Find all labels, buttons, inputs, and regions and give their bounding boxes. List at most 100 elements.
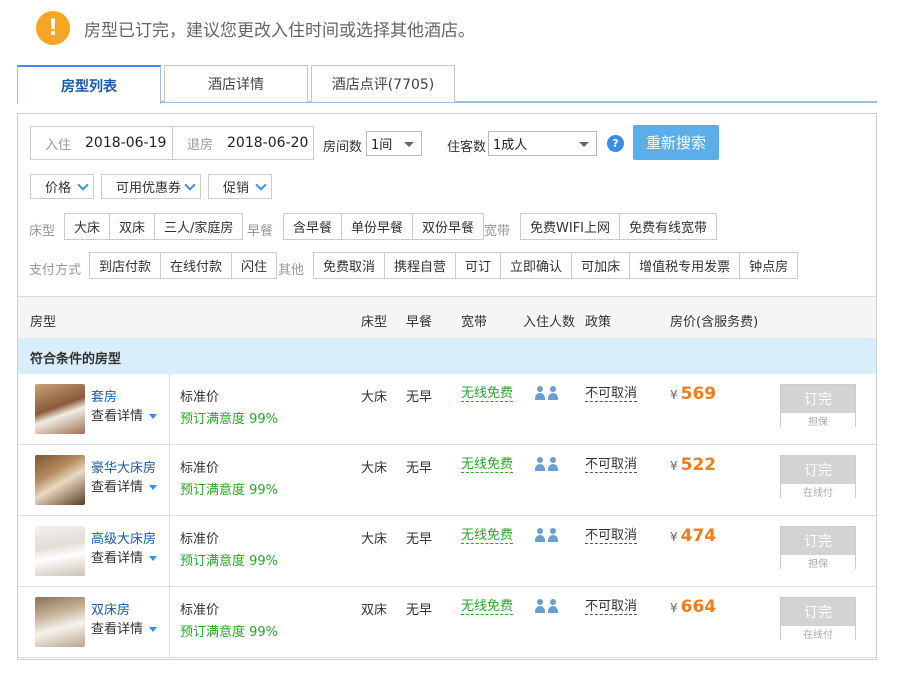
room-name[interactable]: 套房 [91,386,117,405]
filter-bed-king[interactable]: 大床 [65,214,109,239]
satisfaction: 预订满意度 99% [180,412,279,427]
header-price: 房价(含服务费) [670,315,759,330]
filter-with-breakfast[interactable]: 含早餐 [284,214,341,239]
sold-out-button[interactable]: 订完 在线付 [780,455,856,499]
wifi-info[interactable]: 无线免费 [461,386,514,402]
room-thumbnail[interactable] [35,384,85,434]
sold-out-button[interactable]: 订完 在线付 [780,597,856,641]
net-filter-label: 宽带 [484,224,511,239]
sold-out-button[interactable]: 订完 担保 [780,384,856,428]
rate-type: 标准价 [180,603,220,618]
other-filter-group: 免费取消 携程自营 可订 立即确认 可加床 增值税专用发票 钟点房 [313,252,799,279]
rate-type: 标准价 [180,461,220,476]
tab-room-list[interactable]: 房型列表 [17,65,161,104]
sold-out-button[interactable]: 订完 担保 [780,526,856,570]
guests-select[interactable]: 1成人 [488,131,597,156]
view-details-link[interactable]: 查看详情 [91,618,158,637]
caret-down-icon [149,556,158,561]
view-details-label: 查看详情 [91,622,144,637]
person-icon [547,528,559,543]
filter-bed-twin[interactable]: 双床 [109,214,154,239]
price-dropdown[interactable]: 价格 [30,174,94,199]
person-icon [547,599,559,614]
filter-hourly-room[interactable]: 钟点房 [739,253,797,278]
room-name[interactable]: 高级大床房 [91,528,156,547]
caret-down-icon [149,485,158,490]
filter-pay-online[interactable]: 在线付款 [160,253,231,278]
promo-dropdown[interactable]: 促销 [208,174,272,199]
tab-hotel-details[interactable]: 酒店详情 [164,65,308,102]
currency: ¥ [670,530,678,544]
rooms-select[interactable]: 1间 [366,131,422,156]
filter-free-wifi[interactable]: 免费WIFI上网 [521,214,619,239]
bed-filter-group: 大床 双床 三人/家庭房 [64,213,244,240]
header-room-type: 房型 [30,315,57,330]
cancel-policy[interactable]: 不可取消 [585,457,638,473]
chevron-down-icon [77,179,89,191]
filter-bookable[interactable]: 可订 [455,253,500,278]
room-thumbnail[interactable] [35,597,85,647]
table-row: 双床房 查看详情 标准价 预订满意度 99% 双床 无早 无线免费 不可取消 ¥… [18,587,876,658]
cancel-policy[interactable]: 不可取消 [585,599,638,615]
wifi-info[interactable]: 无线免费 [461,599,514,615]
filter-bed-family[interactable]: 三人/家庭房 [154,214,242,239]
filter-pay-at-hotel[interactable]: 到店付款 [90,253,160,278]
cancel-policy[interactable]: 不可取消 [585,386,638,402]
filter-vat-invoice[interactable]: 增值税专用发票 [629,253,739,278]
matching-rooms-header: 符合条件的房型 [18,338,876,374]
currency: ¥ [670,459,678,473]
person-icon [547,386,559,401]
table-header: 房型 床型 早餐 宽带 入住人数 政策 房价(含服务费) [18,296,876,338]
two-guests-icon [534,528,560,543]
question-icon[interactable]: ? [607,135,624,152]
filter-free-cancel[interactable]: 免费取消 [314,253,384,278]
room-panel: 入住 2018-06-19 退房 2018-06-20 房间数 1间 住客数 1… [17,113,877,660]
filter-flash-stay[interactable]: 闪住 [231,253,276,278]
room-thumbnail[interactable] [35,526,85,576]
filter-instant-confirm[interactable]: 立即确认 [500,253,571,278]
cancel-policy[interactable]: 不可取消 [585,528,638,544]
bed-type: 大床 [361,532,388,547]
view-details-link[interactable]: 查看详情 [91,476,158,495]
book-sublabel: 担保 [781,413,855,428]
pay-filter-label: 支付方式 [29,263,82,278]
two-guests-icon [534,599,560,614]
rate-type: 标准价 [180,390,220,405]
view-details-label: 查看详情 [91,551,144,566]
caret-down-icon [149,627,158,632]
room-name[interactable]: 双床房 [91,599,130,618]
research-button[interactable]: 重新搜索 [633,125,719,160]
room-thumbnail[interactable] [35,455,85,505]
person-icon [534,599,546,614]
checkout-field[interactable]: 退房 2018-06-20 [172,127,313,159]
currency: ¥ [670,601,678,615]
person-icon [534,528,546,543]
bed-filter-label: 床型 [29,224,56,239]
room-name[interactable]: 豪华大床房 [91,457,156,476]
filter-free-wired[interactable]: 免费有线宽带 [619,214,716,239]
view-details-link[interactable]: 查看详情 [91,405,158,424]
bed-type: 双床 [361,603,388,618]
header-policy: 政策 [585,315,612,330]
wifi-info[interactable]: 无线免费 [461,457,514,473]
table-row: 高级大床房 查看详情 标准价 预订满意度 99% 大床 无早 无线免费 不可取消… [18,516,876,587]
satisfaction: 预订满意度 99% [180,554,279,569]
filter-single-breakfast[interactable]: 单份早餐 [341,214,412,239]
wifi-info[interactable]: 无线免费 [461,528,514,544]
view-details-label: 查看详情 [91,480,144,495]
filter-ctrip-self[interactable]: 携程自营 [384,253,455,278]
checkout-value: 2018-06-20 [227,135,309,151]
tab-hotel-reviews[interactable]: 酒店点评(7705) [311,65,455,102]
filter-double-breakfast[interactable]: 双份早餐 [412,214,483,239]
guests-label: 住客数 [447,140,487,155]
book-label: 订完 [781,456,855,484]
view-details-link[interactable]: 查看详情 [91,547,158,566]
coupon-dropdown[interactable]: 可用优惠券 [101,174,201,199]
other-filter-label: 其他 [278,263,305,278]
checkin-field[interactable]: 入住 2018-06-19 [31,127,172,159]
breakfast: 无早 [406,532,433,547]
caret-down-icon [579,142,589,147]
filter-extra-bed[interactable]: 可加床 [571,253,629,278]
table-row: 套房 查看详情 标准价 预订满意度 99% 大床 无早 无线免费 不可取消 ¥5… [18,374,876,445]
checkin-label: 入住 [45,137,72,153]
